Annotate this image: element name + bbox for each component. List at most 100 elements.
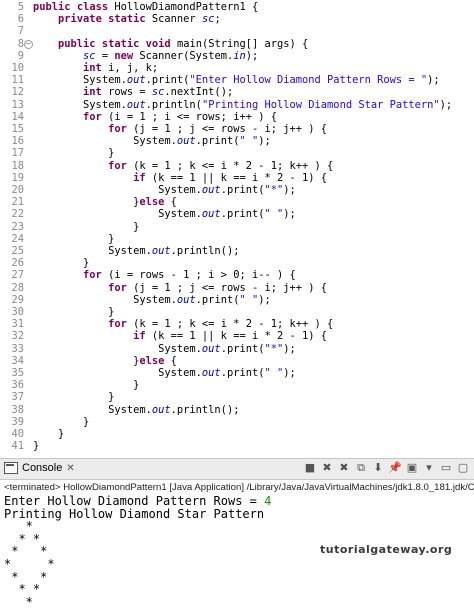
code-token: .print( bbox=[145, 74, 190, 87]
code-token: } bbox=[33, 147, 115, 160]
maximize-icon[interactable]: ▢ bbox=[456, 461, 470, 475]
line-number: 26 bbox=[11, 257, 24, 270]
code-text: public static void main(String[] args) { bbox=[33, 38, 308, 50]
code-text: System.out.print(" "); bbox=[33, 208, 296, 220]
code-text: } bbox=[33, 306, 114, 318]
code-text: } bbox=[33, 440, 39, 452]
line-number: 16 bbox=[11, 135, 24, 148]
code-text: System.out.print("*"); bbox=[33, 343, 296, 355]
code-token: .println(); bbox=[170, 403, 240, 416]
console-status-line: <terminated> HollowDiamondPattern1 [Java… bbox=[4, 482, 474, 493]
star-pattern-row: * * bbox=[4, 556, 55, 571]
string-token: " " bbox=[264, 367, 284, 379]
code-token: (k = 1 ; k <= i * 2 - 1; k++ ) { bbox=[126, 159, 334, 172]
code-token: main(String[] args) { bbox=[170, 37, 309, 50]
code-text: for (j = 1 ; j <= rows - i; j++ ) { bbox=[33, 282, 327, 294]
keyword-token: static bbox=[108, 13, 146, 26]
pin-icon[interactable]: 📌 bbox=[388, 461, 402, 475]
code-token: System. bbox=[33, 184, 202, 196]
field-token: out bbox=[201, 342, 221, 355]
console-input-value: 4 bbox=[264, 494, 272, 508]
code-token: (j = 1 ; j <= rows - i; j++ ) { bbox=[126, 123, 328, 135]
code-text: for (k = 1 ; k <= i * 2 - 1; k++ ) { bbox=[33, 160, 333, 172]
field-token: out bbox=[201, 367, 221, 379]
keyword-token: for bbox=[108, 123, 127, 135]
code-editor[interactable]: 5 public class HollowDiamondPattern1 { 6 p… bbox=[0, 0, 474, 456]
display-console-icon[interactable]: ▣ bbox=[405, 461, 419, 475]
string-token: " " bbox=[239, 135, 259, 148]
string-token: "Printing Hollow Diamond Star Pattern" bbox=[201, 98, 440, 111]
line-number: 12 bbox=[11, 86, 24, 99]
keyword-token: void bbox=[145, 37, 171, 50]
code-text: System.out.print(" "); bbox=[33, 294, 271, 306]
field-token: out bbox=[151, 403, 171, 416]
copy-icon[interactable]: ⧉ bbox=[354, 461, 368, 475]
fold-toggle-icon[interactable]: − bbox=[24, 39, 33, 49]
code-text: public class HollowDiamondPattern1 { bbox=[33, 1, 258, 13]
code-text: private static Scanner sc; bbox=[33, 13, 221, 25]
terminate-icon[interactable]: ■ bbox=[303, 461, 317, 475]
code-token: .println(); bbox=[170, 245, 240, 257]
close-icon[interactable]: ✕ bbox=[66, 463, 74, 474]
line-number: 7 bbox=[17, 25, 24, 38]
line-number: 6 bbox=[17, 13, 24, 26]
keyword-token: if bbox=[133, 171, 146, 184]
code-token: System. bbox=[33, 403, 152, 416]
field-token: out bbox=[201, 184, 221, 196]
console-toolbar: ■ ✖ ✖ ⧉ ⬇ 📌 ▣ ▾ ▭ ▢ bbox=[303, 461, 470, 475]
star-pattern-row: * bbox=[4, 594, 33, 609]
keyword-token: public bbox=[58, 37, 96, 50]
code-text: System.out.println(); bbox=[33, 404, 239, 416]
keyword-token: int bbox=[83, 62, 102, 74]
code-text: if (k == 1 || k == i * 2 - 1) { bbox=[33, 172, 327, 184]
code-text: } bbox=[33, 257, 89, 269]
code-text: System.out.println(); bbox=[33, 245, 239, 257]
code-token: .print( bbox=[220, 342, 265, 355]
code-text bbox=[33, 25, 58, 37]
line-number: 39 bbox=[11, 415, 24, 428]
string-token: "*" bbox=[264, 184, 284, 196]
watermark: tutorialgateway.org bbox=[320, 543, 453, 556]
line-number: 36 bbox=[11, 379, 24, 392]
star-pattern-row: * * bbox=[4, 582, 41, 597]
line-number: 10 bbox=[11, 62, 24, 74]
console-output[interactable]: Enter Hollow Diamond Pattern Rows = 4 Pri… bbox=[4, 495, 271, 608]
field-token: out bbox=[126, 74, 146, 87]
line-number: 25 bbox=[11, 245, 24, 257]
code-token: Scanner bbox=[145, 13, 202, 26]
code-token: } bbox=[33, 257, 90, 270]
code-token: ); bbox=[245, 49, 259, 62]
code-token: System. bbox=[33, 293, 177, 306]
open-console-icon[interactable]: ▾ bbox=[422, 461, 436, 475]
line-number: 14 bbox=[11, 110, 24, 123]
code-token: .print( bbox=[220, 208, 265, 221]
keyword-token: public bbox=[33, 1, 71, 13]
code-token: } bbox=[33, 428, 65, 440]
code-token: System. bbox=[33, 367, 202, 379]
minimize-icon[interactable]: ▭ bbox=[439, 461, 453, 475]
code-token: .print( bbox=[220, 184, 265, 196]
tab-console[interactable]: Console ✕ bbox=[4, 462, 75, 474]
line-number: 22 bbox=[11, 208, 24, 221]
code-token: (k = 1 ; k <= i * 2 - 1; k++ ) { bbox=[126, 318, 334, 331]
keyword-token: else bbox=[139, 196, 165, 209]
code-text: for (i = rows - 1 ; i > 0; i-- ) { bbox=[33, 269, 296, 281]
line-number: 40 bbox=[11, 428, 24, 440]
code-text: sc = new Scanner(System.in); bbox=[33, 50, 258, 62]
code-token: } bbox=[33, 196, 140, 209]
code-token: } bbox=[33, 379, 140, 392]
line-number: 5 bbox=[17, 1, 24, 13]
line-number: 35 bbox=[11, 367, 24, 379]
code-text: for (i = 1 ; i <= rows; i++ ) { bbox=[33, 111, 277, 123]
remove-all-icon[interactable]: ✖ bbox=[337, 461, 351, 475]
code-token: System. bbox=[33, 135, 177, 148]
remove-launch-icon[interactable]: ✖ bbox=[320, 461, 334, 475]
scroll-lock-icon[interactable]: ⬇ bbox=[371, 461, 385, 475]
code-token: System. bbox=[33, 74, 127, 87]
code-token: } bbox=[33, 415, 90, 428]
